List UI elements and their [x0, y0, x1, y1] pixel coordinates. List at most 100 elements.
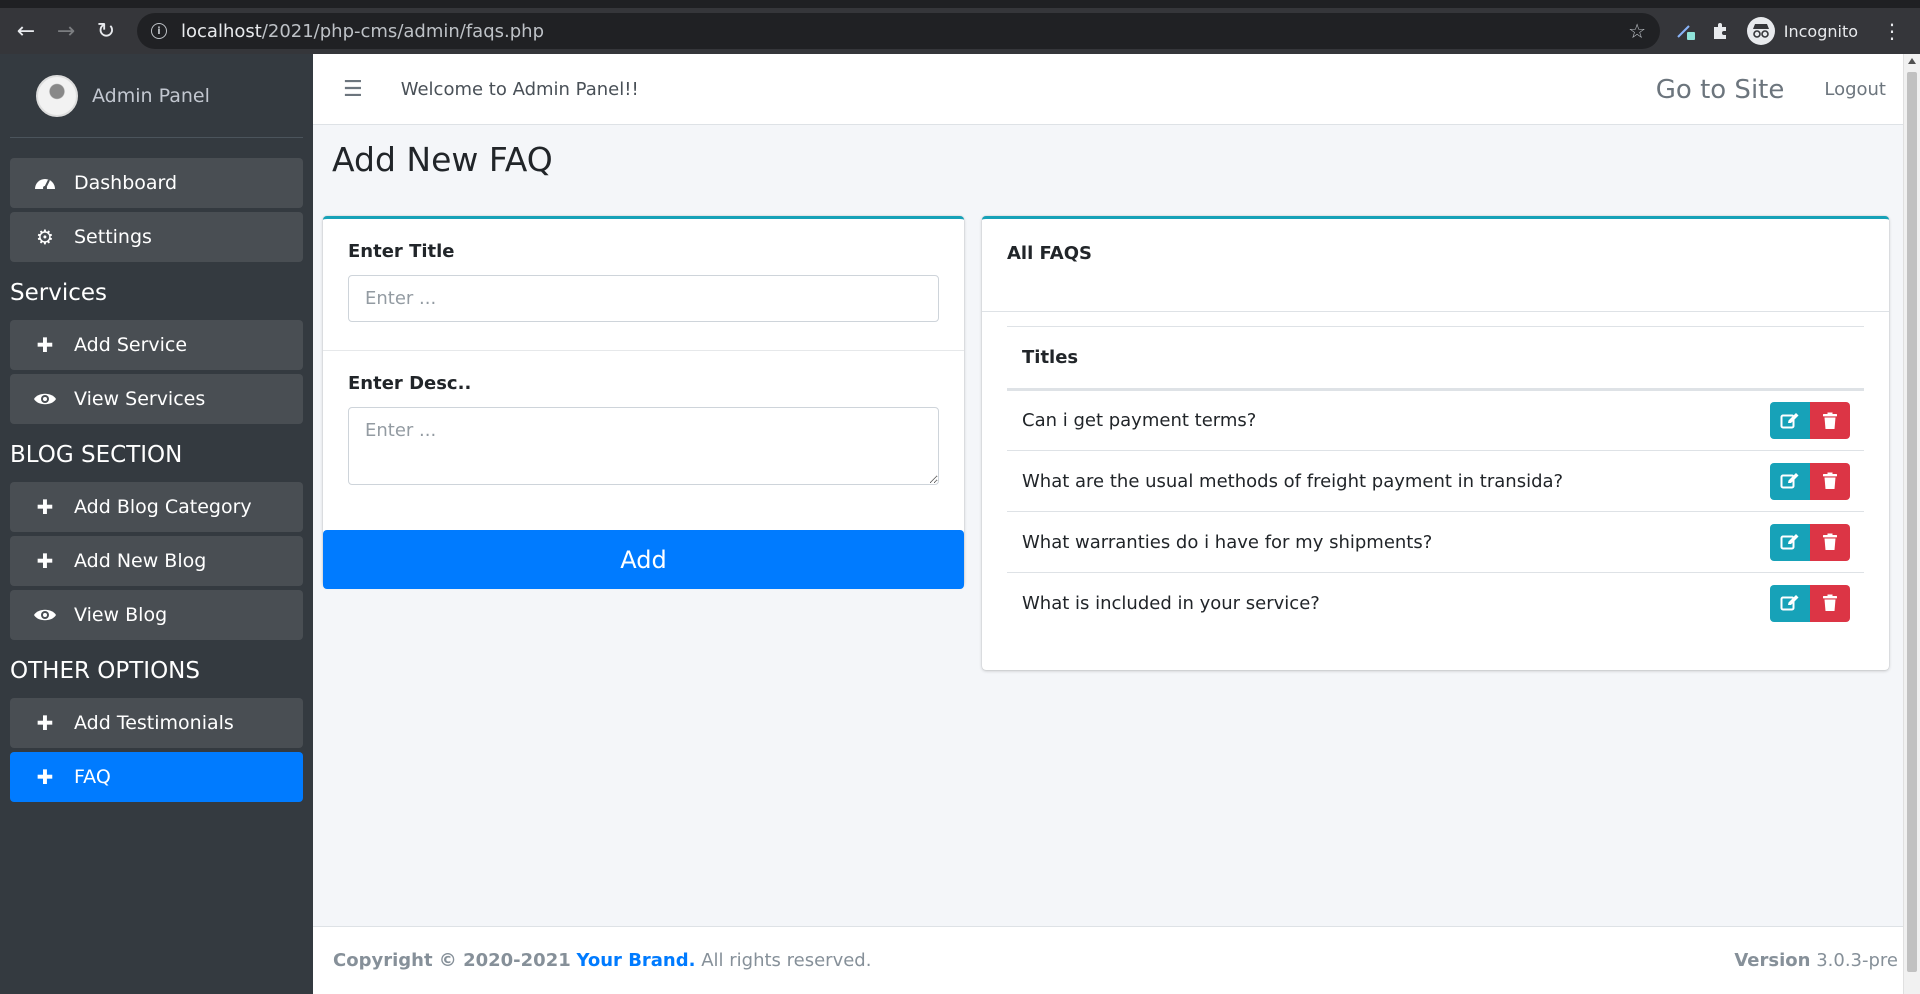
actions-cell: [1744, 511, 1864, 573]
sidebar-menu: Dashboard ⚙ Settings Services ✚ Add Serv…: [0, 138, 313, 802]
section-header-blog: BLOG SECTION: [10, 442, 183, 468]
edit-button[interactable]: [1770, 402, 1810, 439]
browser-toolbar: ← → ↻ i localhost/2021/php-cms/admin/faq…: [0, 8, 1920, 54]
table-row: What are the usual methods of freight pa…: [1007, 450, 1864, 512]
row-action-group: [1770, 462, 1850, 500]
row-action-group: [1770, 523, 1850, 561]
add-button[interactable]: Add: [323, 530, 964, 589]
tachometer-icon: [32, 173, 58, 193]
admin-avatar: [36, 74, 78, 117]
all-faqs-header: All FAQS: [982, 219, 1889, 312]
sidebar: Admin Panel Dashboard ⚙ Settings Service…: [0, 54, 313, 994]
title-form-group: Enter Title: [323, 219, 964, 351]
welcome-text: Welcome to Admin Panel!!: [400, 78, 639, 100]
sidebar-item-label: Add Service: [74, 334, 188, 356]
trash-icon: [1823, 412, 1837, 429]
sidebar-brand[interactable]: Admin Panel: [10, 54, 303, 138]
edit-button[interactable]: [1770, 523, 1810, 561]
footer: Copyright © 2020-2021 Your Brand. All ri…: [313, 926, 1920, 994]
sidebar-item-label: Dashboard: [74, 172, 178, 194]
incognito-profile[interactable]: Incognito: [1746, 17, 1858, 45]
plus-icon: ✚: [36, 765, 54, 789]
back-icon[interactable]: ←: [6, 11, 46, 51]
sidebar-item-label: Add Blog Category: [74, 496, 252, 518]
sidebar-item-label: View Services: [74, 388, 206, 410]
sidebar-item-dashboard[interactable]: Dashboard: [10, 158, 303, 208]
page-scrollbar[interactable]: [1903, 54, 1920, 994]
title-label: Enter Title: [348, 241, 455, 262]
incognito-icon: [1746, 17, 1775, 45]
trash-icon: [1823, 533, 1837, 550]
browser-menu-icon[interactable]: ⋮: [1882, 19, 1902, 43]
url-text: localhost/2021/php-cms/admin/faqs.php: [181, 20, 544, 42]
sidebar-item-add-testimonials[interactable]: ✚ Add Testimonials: [10, 698, 303, 748]
profile-label: Incognito: [1783, 21, 1858, 41]
sidebar-item-view-services[interactable]: View Services: [10, 374, 303, 424]
delete-button[interactable]: [1810, 402, 1850, 439]
edit-button[interactable]: [1770, 462, 1810, 500]
edit-icon: [1780, 534, 1799, 550]
sidebar-item-label: Add Testimonials: [74, 712, 234, 734]
edit-icon: [1780, 412, 1799, 428]
go-to-site-link[interactable]: Go to Site: [1656, 75, 1785, 105]
title-input[interactable]: [348, 275, 939, 322]
extension-pen-icon[interactable]: [1669, 14, 1703, 48]
scroll-up-arrow-icon[interactable]: [1908, 58, 1916, 64]
copyright-text: Copyright © 2020-2021: [333, 950, 571, 971]
logout-link[interactable]: Logout: [1824, 79, 1886, 100]
delete-button[interactable]: [1810, 584, 1850, 622]
edit-icon: [1780, 595, 1799, 611]
add-faq-card: Enter Title Enter Desc.. Add: [323, 216, 964, 589]
plus-icon: ✚: [36, 495, 54, 519]
reload-icon[interactable]: ↻: [86, 11, 126, 51]
delete-button[interactable]: [1810, 523, 1850, 561]
site-info-icon[interactable]: i: [151, 23, 167, 39]
faqs-table: Titles Can i get payment terms? What are …: [1007, 326, 1864, 634]
top-navbar: ☰ Welcome to Admin Panel!! Go to Site Lo…: [313, 54, 1920, 125]
table-row: Can i get payment terms?: [1007, 389, 1864, 451]
eye-icon: [32, 607, 58, 623]
row-action-group: [1770, 402, 1850, 439]
hamburger-menu-icon[interactable]: ☰: [343, 77, 363, 102]
table-row: What is included in your service?: [1007, 573, 1864, 634]
delete-button[interactable]: [1810, 462, 1850, 500]
section-header-services: Services: [10, 280, 107, 306]
sidebar-item-label: View Blog: [74, 604, 168, 626]
trash-icon: [1823, 472, 1837, 489]
address-bar[interactable]: i localhost/2021/php-cms/admin/faqs.php …: [137, 13, 1660, 49]
faq-title-cell: What is included in your service?: [1022, 592, 1320, 614]
faq-title-cell: Can i get payment terms?: [1007, 389, 1744, 451]
eye-icon: [32, 391, 58, 407]
sidebar-item-add-service[interactable]: ✚ Add Service: [10, 320, 303, 370]
plus-icon: ✚: [36, 711, 54, 735]
sidebar-item-settings[interactable]: ⚙ Settings: [10, 212, 303, 262]
puzzle-extensions-icon[interactable]: [1703, 14, 1737, 48]
forward-icon[interactable]: →: [46, 11, 86, 51]
sidebar-item-faq[interactable]: ✚ FAQ: [10, 752, 303, 802]
sidebar-item-view-blog[interactable]: View Blog: [10, 590, 303, 640]
sidebar-item-label: FAQ: [74, 766, 111, 788]
faqs-table-wrap: Titles Can i get payment terms? What are …: [982, 312, 1889, 634]
desc-textarea[interactable]: [348, 407, 939, 485]
desc-label: Enter Desc..: [348, 373, 472, 394]
sidebar-item-add-blog-category[interactable]: ✚ Add Blog Category: [10, 482, 303, 532]
sidebar-item-add-new-blog[interactable]: ✚ Add New Blog: [10, 536, 303, 586]
footer-copyright: Copyright © 2020-2021 Your Brand. All ri…: [333, 950, 871, 971]
rights-text: All rights reserved.: [695, 950, 872, 971]
table-row: What warranties do i have for my shipmen…: [1007, 511, 1864, 573]
section-header-other: OTHER OPTIONS: [10, 658, 200, 684]
plus-icon: ✚: [36, 549, 54, 573]
trash-icon: [1823, 594, 1837, 612]
footer-brand-link[interactable]: Your Brand.: [576, 950, 695, 971]
desc-form-group: Enter Desc..: [323, 351, 964, 517]
version-label: Version: [1734, 950, 1811, 971]
gear-icon: ⚙: [36, 225, 54, 249]
version-value: 3.0.3-pre: [1810, 950, 1898, 971]
faq-title-cell: What warranties do i have for my shipmen…: [1007, 511, 1744, 573]
sidebar-item-label: Add New Blog: [74, 550, 207, 572]
actions-cell: [1744, 450, 1864, 512]
bookmark-star-icon[interactable]: ☆: [1628, 19, 1646, 43]
edit-button[interactable]: [1770, 584, 1810, 622]
row-action-group: [1770, 584, 1850, 622]
scroll-thumb[interactable]: [1907, 72, 1917, 972]
